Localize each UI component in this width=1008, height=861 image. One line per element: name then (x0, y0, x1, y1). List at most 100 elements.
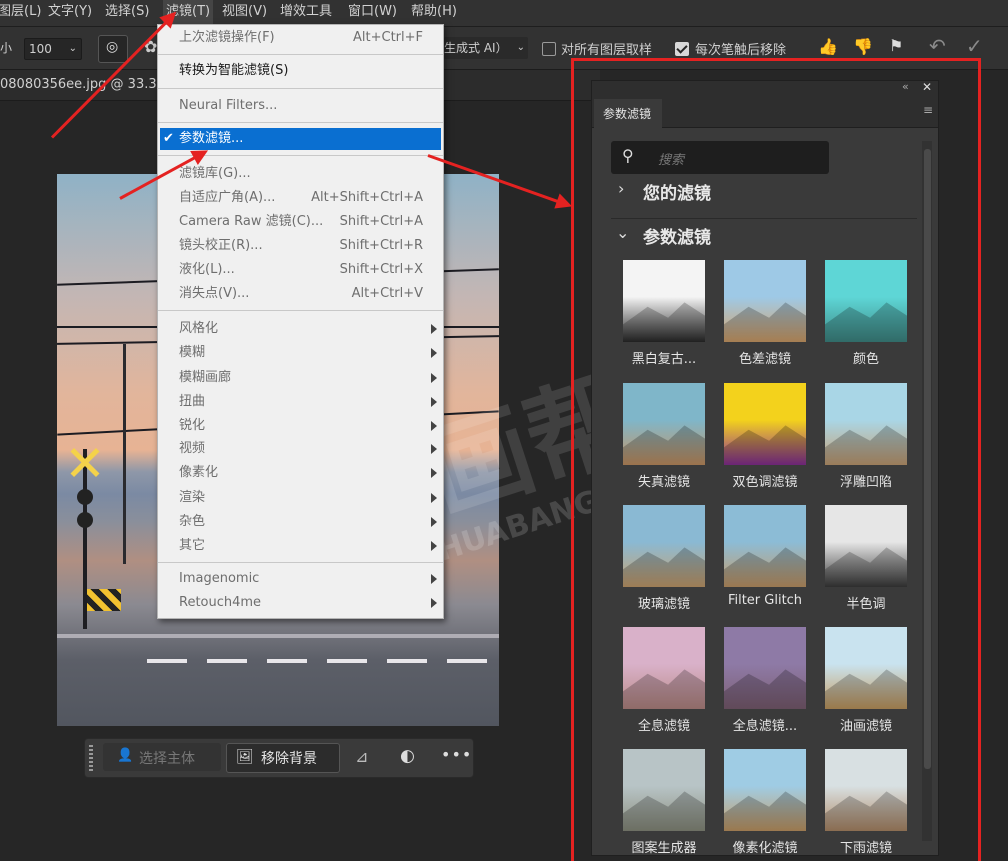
menu-layer[interactable]: 图层(L) (0, 0, 41, 26)
menu-item-convert-smart-filters[interactable]: 转换为智能滤镜(S) (158, 60, 443, 82)
shortcut: Shift+Ctrl+X (339, 262, 423, 277)
shortcut: Shift+Ctrl+R (339, 238, 424, 253)
menu-item-label: 渲染 (179, 490, 206, 505)
menu-item-label: Neural Filters... (179, 98, 278, 113)
menu-item-video[interactable]: 视频 (158, 438, 443, 460)
thumbs-up-icon[interactable]: 👍 (818, 37, 838, 56)
check-icon: ✔ (163, 131, 174, 146)
submenu-arrow-icon (431, 468, 437, 478)
road-line (57, 634, 499, 638)
submenu-arrow-icon (431, 517, 437, 527)
menu-help[interactable]: 帮助(H) (411, 0, 457, 26)
menu-item-noise[interactable]: 杂色 (158, 511, 443, 533)
menu-item-label: 像素化 (179, 465, 219, 480)
image-icon: 🖼 (236, 749, 254, 765)
menu-item-retouch4me[interactable]: Retouch4me (158, 592, 443, 614)
menu-item-blur[interactable]: 模糊 (158, 342, 443, 364)
menu-item-label: 镜头校正(R)... (179, 238, 263, 253)
menu-type[interactable]: 文字(Y) (48, 0, 92, 26)
menu-item-label: 扭曲 (179, 394, 206, 409)
menu-item-distort[interactable]: 扭曲 (158, 391, 443, 413)
menu-item-other[interactable]: 其它 (158, 535, 443, 557)
menu-item-label: Imagenomic (179, 571, 260, 586)
sample-all-layers-checkbox[interactable] (542, 42, 556, 56)
submenu-arrow-icon (431, 421, 437, 431)
signal-light (77, 489, 93, 505)
signal-light (77, 512, 93, 528)
submenu-arrow-icon (431, 493, 437, 503)
person-icon: 👤 (117, 748, 134, 763)
shortcut: Alt+Shift+Ctrl+A (311, 190, 423, 205)
menu-item-label: 液化(L)... (179, 262, 235, 277)
more-options-icon[interactable]: ••• (441, 745, 472, 764)
menu-item-vanishing-point[interactable]: 消失点(V)... Alt+Ctrl+V (158, 283, 443, 305)
shortcut: Shift+Ctrl+A (339, 214, 423, 229)
thumbs-down-icon[interactable]: 👎 (853, 37, 873, 56)
menu-item-imagenomic[interactable]: Imagenomic (158, 568, 443, 590)
menu-item-last-filter[interactable]: 上次滤镜操作(F) Alt+Ctrl+F (158, 27, 443, 49)
menu-item-sharpen[interactable]: 锐化 (158, 415, 443, 437)
menu-item-liquify[interactable]: 液化(L)... Shift+Ctrl+X (158, 259, 443, 281)
transform-icon[interactable]: ⊿ (355, 747, 368, 766)
menu-view[interactable]: 视图(V) (222, 0, 267, 26)
submenu-arrow-icon (431, 541, 437, 551)
submenu-arrow-icon (431, 373, 437, 383)
menu-item-label: 模糊画廊 (179, 370, 232, 385)
menu-item-camera-raw[interactable]: Camera Raw 滤镜(C)... Shift+Ctrl+A (158, 211, 443, 233)
submenu-arrow-icon (431, 444, 437, 454)
utility-pole (123, 344, 126, 564)
menu-item-blur-gallery[interactable]: 模糊画廊 (158, 367, 443, 389)
contextual-task-bar: 👤 选择主体 🖼 移除背景 ⊿ ◐ ••• (84, 738, 474, 778)
submenu-arrow-icon (431, 574, 437, 584)
remove-after-stroke-checkbox[interactable] (675, 42, 689, 56)
ai-mode-select[interactable]: 生成式 AI） ⌄ (444, 37, 528, 59)
shortcut: Alt+Ctrl+F (353, 30, 423, 45)
menu-item-label: 锐化 (179, 418, 206, 433)
menu-separator (158, 562, 443, 563)
menu-item-pixelate[interactable]: 像素化 (158, 462, 443, 484)
menu-separator (158, 88, 443, 89)
menu-item-adaptive-wide-angle[interactable]: 自适应广角(A)... Alt+Shift+Ctrl+A (158, 187, 443, 209)
submenu-arrow-icon (431, 324, 437, 334)
submenu-arrow-icon (431, 598, 437, 608)
barrier (87, 589, 121, 611)
undo-icon[interactable]: ↶ (929, 34, 946, 58)
brush-pressure-icon: ◎ (106, 39, 119, 55)
annotation-box (571, 58, 981, 861)
chevron-down-icon: ⌄ (516, 42, 525, 53)
menu-item-label: 滤镜库(G)... (179, 166, 251, 181)
submenu-arrow-icon (431, 348, 437, 358)
menu-item-lens-correction[interactable]: 镜头校正(R)... Shift+Ctrl+R (158, 235, 443, 257)
document-title: 08080356ee.jpg @ 33.3% ( (0, 77, 179, 92)
menu-item-label: 参数滤镜... (179, 131, 244, 146)
menu-item-filter-gallery[interactable]: 滤镜库(G)... (158, 163, 443, 185)
flag-icon[interactable]: ⚑ (889, 36, 903, 55)
menu-item-label: 上次滤镜操作(F) (179, 30, 275, 45)
select-subject-label: 选择主体 (139, 751, 195, 767)
size-input[interactable]: 100 ⌄ (24, 38, 82, 60)
drag-handle[interactable] (89, 745, 93, 771)
menu-window[interactable]: 窗口(W) (348, 0, 397, 26)
menu-item-label: 杂色 (179, 514, 206, 529)
ai-mode-value: 生成式 AI） (444, 41, 508, 55)
road-markings (147, 659, 499, 663)
menu-item-neural-filters[interactable]: Neural Filters... (158, 95, 443, 117)
menu-item-label: Camera Raw 滤镜(C)... (179, 214, 324, 229)
menu-select[interactable]: 选择(S) (105, 0, 149, 26)
submenu-arrow-icon (431, 397, 437, 407)
menu-item-label: 转换为智能滤镜(S) (179, 63, 289, 78)
remove-after-stroke-label: 每次笔触后移除 (695, 43, 787, 58)
remove-background-button[interactable]: 🖼 移除背景 (226, 743, 340, 773)
menu-item-label: 自适应广角(A)... (179, 190, 276, 205)
menu-plugins[interactable]: 增效工具 (280, 0, 332, 26)
menu-item-render[interactable]: 渲染 (158, 487, 443, 509)
chevron-down-icon: ⌄ (68, 43, 77, 54)
pressure-brush-button[interactable]: ◎ (98, 35, 128, 63)
select-subject-button[interactable]: 👤 选择主体 (103, 743, 221, 771)
commit-check-icon[interactable]: ✓ (966, 34, 983, 58)
menu-bar: 图层(L) 文字(Y) 选择(S) 滤镜(T) 视图(V) 增效工具 窗口(W)… (0, 0, 1008, 27)
adjustment-icon[interactable]: ◐ (400, 746, 415, 766)
filter-menu: 上次滤镜操作(F) Alt+Ctrl+F 转换为智能滤镜(S) Neural Fi… (157, 24, 444, 619)
crossing-sign (67, 444, 103, 480)
menu-item-stylize[interactable]: 风格化 (158, 318, 443, 340)
